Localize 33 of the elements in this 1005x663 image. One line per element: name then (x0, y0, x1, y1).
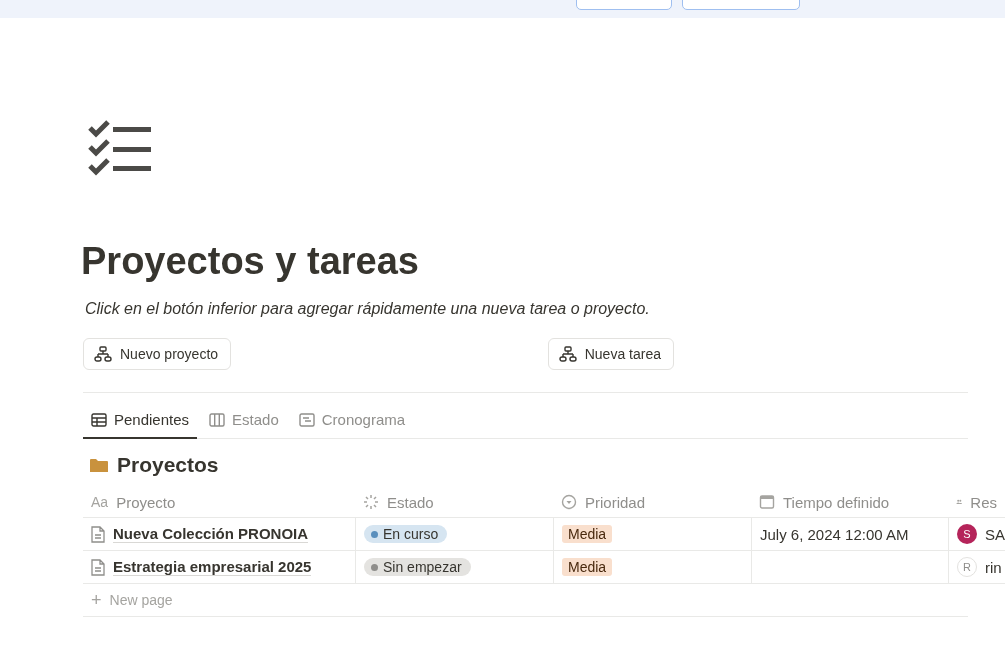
database-title: Proyectos (117, 453, 219, 477)
action-button[interactable]: Nuevo proyecto (83, 338, 232, 370)
column-label: Res (970, 493, 997, 511)
timeline-icon (298, 412, 315, 427)
table-icon (91, 412, 107, 427)
text-type-icon: Aa (91, 494, 109, 510)
view-tab[interactable]: Pendientes (83, 405, 198, 439)
row-title-link[interactable]: Nueva Colección PRONOIA (113, 525, 309, 543)
column-label: Tiempo definido (783, 493, 890, 511)
person-name: SA (985, 525, 1005, 543)
columns-icon (209, 412, 226, 427)
hierarchy-icon (94, 346, 112, 362)
loading-icon (363, 494, 379, 510)
priority-tag: Media (562, 525, 613, 543)
avatar: S (957, 524, 977, 544)
column-label: Proyecto (116, 493, 176, 511)
person-name: rin (985, 558, 1002, 576)
priority-tag: Media (562, 558, 613, 576)
column-label: Prioridad (585, 493, 646, 511)
date-cell: July 6, 2024 12:00 AM (760, 525, 909, 543)
column-label: Estado (387, 493, 434, 511)
folder-icon (90, 457, 108, 473)
hierarchy-icon (558, 346, 577, 362)
status-tag: Sin empezar (364, 558, 471, 576)
document-icon (91, 558, 105, 576)
action-button[interactable]: Nueva tarea (547, 338, 674, 370)
page-description: Click en el botón inferior para agregar rápidamente una nueva tarea o proyecto. (85, 300, 651, 318)
page-title: Proyectos y tareas (81, 239, 420, 284)
row-title-link[interactable]: Estrategia empresarial 2025 (113, 558, 312, 576)
calendar-icon (759, 494, 775, 510)
dropdown-icon (561, 494, 577, 510)
document-icon (91, 525, 105, 543)
status-tag: En curso (364, 525, 448, 543)
